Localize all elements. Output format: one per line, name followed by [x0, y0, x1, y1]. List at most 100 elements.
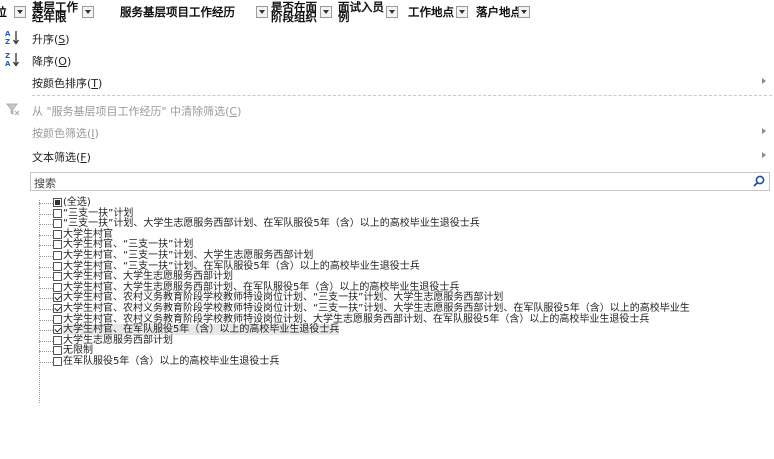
- search-icon[interactable]: [753, 175, 765, 187]
- column-filter-dropdown-2[interactable]: [82, 6, 94, 18]
- column-filter-dropdown-3[interactable]: [256, 6, 268, 18]
- column-header-5: 面试入员 例: [336, 0, 390, 24]
- column-filter-dropdown-7[interactable]: [518, 6, 530, 18]
- filter-search-box[interactable]: 搜索: [30, 172, 770, 191]
- filter-value-label: 大学生村官、农村义务教育阶段学校教师特设岗位计划、“三支一扶”计划、大学生志愿服…: [63, 303, 690, 314]
- filter-value-checkbox[interactable]: [53, 314, 62, 324]
- clear-filter-item[interactable]: 从 "服务基层项目工作经历" 中清除筛选(C): [0, 98, 774, 120]
- tree-connector: [39, 362, 53, 363]
- filter-value-checkbox[interactable]: [53, 325, 62, 335]
- filter-value-label: 大学生村官、“三支一扶”计划、大学生志愿服务西部计划: [63, 250, 314, 261]
- tree-connector: [39, 224, 53, 226]
- column-header-label: 岗位: [0, 5, 7, 19]
- tree-connector: [39, 298, 53, 300]
- sort-descending-label: 降序(: [32, 55, 59, 68]
- filter-value-label: 无限制: [63, 345, 93, 357]
- filter-value-label: (全选): [63, 197, 91, 208]
- tree-connector: [39, 234, 53, 236]
- column-header-label: 工作地点: [408, 5, 454, 19]
- tree-connector: [39, 340, 53, 342]
- sort-descending-item[interactable]: ZA 降序(O): [0, 48, 774, 70]
- tree-connector: [39, 256, 53, 257]
- filter-value-checkbox[interactable]: [53, 335, 62, 345]
- column-header-label: 服务基层项目工作经历: [120, 5, 235, 19]
- filter-value-label: 大学生村官、“三支一扶”计划、在军队服役5年（含）以上的高校毕业生退役士兵: [63, 260, 420, 272]
- column-header-6: 工作地点: [404, 0, 456, 24]
- column-header-strip: 岗位 基层工作 经年限 服务基层项目工作经历 是否在面 阶段组织 面试入员 例 …: [0, 0, 774, 24]
- filter-value-label: “三支一扶”计划: [63, 207, 134, 219]
- column-header-2: 基层工作 经年限: [30, 0, 82, 24]
- filter-value-checkbox[interactable]: [53, 208, 62, 218]
- column-header-label: 基层工作 经年限: [32, 0, 78, 24]
- sort-by-color-item[interactable]: 按颜色排序(T): [0, 70, 774, 92]
- filter-value-checkbox[interactable]: [53, 357, 62, 366]
- filter-value-checkbox[interactable]: [53, 346, 62, 356]
- filter-value-label: 大学生村官、在军队服役5年（含）以上的高校毕业生退役士兵: [63, 324, 340, 336]
- sort-descending-accelerator: O: [58, 55, 67, 68]
- sort-by-color-label-end: ): [98, 77, 103, 90]
- filter-value-checkbox[interactable]: [53, 293, 62, 303]
- svg-text:A: A: [5, 60, 11, 67]
- clear-filter-label-end: ): [237, 105, 242, 118]
- sort-descending-icon: ZA: [5, 51, 21, 68]
- tree-connector: [39, 245, 53, 247]
- menu-separator: [32, 95, 772, 96]
- column-header-label: 面试入员 例: [338, 0, 384, 24]
- tree-connector: [39, 203, 53, 204]
- tree-connector: [39, 266, 53, 268]
- svg-text:Z: Z: [5, 52, 10, 60]
- sort-ascending-item[interactable]: AZ 升序(S): [0, 26, 774, 48]
- search-placeholder: 搜索: [34, 177, 56, 190]
- filter-value-checkbox[interactable]: [53, 304, 62, 313]
- filter-by-color-label-end: ): [94, 127, 99, 140]
- column-header-label: 落户地点: [476, 5, 522, 19]
- column-header-3: 服务基层项目工作经历: [110, 0, 252, 24]
- filter-value-checkbox[interactable]: [53, 219, 62, 229]
- tree-connector: [39, 351, 53, 353]
- clear-filter-accelerator: C: [229, 105, 238, 118]
- tree-connector: [39, 330, 53, 332]
- filter-value-label: 大学生村官、大学生志愿服务西部计划: [63, 271, 233, 283]
- sort-descending-label-end: ): [66, 55, 72, 68]
- filter-value-checkbox[interactable]: [53, 240, 62, 250]
- column-header-7: 落户地点: [472, 0, 522, 24]
- filter-value-checkbox[interactable]: [53, 272, 62, 282]
- text-filter-item[interactable]: 文本筛选(F): [0, 144, 774, 166]
- sort-ascending-label: 升序(: [32, 33, 59, 46]
- sort-ascending-icon: AZ: [5, 29, 21, 46]
- submenu-arrow-icon: [762, 78, 766, 84]
- column-filter-dropdown-4[interactable]: [320, 6, 332, 18]
- tree-connector: [39, 319, 53, 321]
- clear-filter-icon: [5, 101, 21, 117]
- filter-by-color-label: 按颜色筛选(: [32, 127, 92, 140]
- filter-value-checkbox[interactable]: [53, 282, 62, 292]
- filter-value-checkbox[interactable]: [53, 229, 62, 239]
- column-filter-dropdown-1[interactable]: [14, 6, 26, 18]
- filter-value-checkbox[interactable]: [53, 198, 62, 207]
- filter-value-label: “三支一扶”计划、大学生志愿服务西部计划、在军队服役5年（含）以上的高校毕业生退…: [63, 218, 480, 230]
- column-header-1: 岗位: [0, 0, 14, 24]
- filter-value-label: 在军队服役5年（含）以上的高校毕业生退役士兵: [63, 356, 280, 367]
- filter-value-checkbox[interactable]: [53, 261, 62, 271]
- column-filter-dropdown-6[interactable]: [456, 6, 468, 18]
- sort-ascending-label-end: ): [65, 33, 70, 46]
- tree-connector: [39, 287, 53, 289]
- column-header-label: 是否在面 阶段组织: [271, 0, 317, 24]
- submenu-arrow-icon: [762, 128, 766, 134]
- sort-by-color-label: 按颜色排序(: [32, 77, 92, 90]
- clear-filter-label: 从 "服务基层项目工作经历" 中清除筛选(: [32, 105, 230, 118]
- filter-value-checkbox[interactable]: [53, 251, 62, 260]
- column-filter-dropdown-5[interactable]: [386, 6, 398, 18]
- tree-connector: [39, 309, 53, 310]
- svg-text:Z: Z: [5, 38, 10, 45]
- text-filter-label-end: ): [86, 151, 91, 164]
- filter-value-label: 大学生村官、农村义务教育阶段学校教师特设岗位计划、“三支一扶”计划、大学生志愿服…: [63, 292, 504, 304]
- filter-value-label: 大学生村官、农村义务教育阶段学校教师特设岗位计划、大学生志愿服务西部计划、在军队…: [63, 313, 650, 325]
- tree-connector: [39, 213, 53, 215]
- svg-text:A: A: [5, 30, 11, 38]
- tree-connector: [39, 277, 53, 279]
- filter-by-color-item[interactable]: 按颜色筛选(I): [0, 120, 774, 142]
- filter-value-list: (全选) “三支一扶”计划 “三支一扶”计划、大学生志愿服务西部计划、在军队服役5年…: [30, 192, 772, 420]
- submenu-arrow-icon: [762, 152, 766, 158]
- text-filter-label: 文本筛选(: [32, 151, 81, 164]
